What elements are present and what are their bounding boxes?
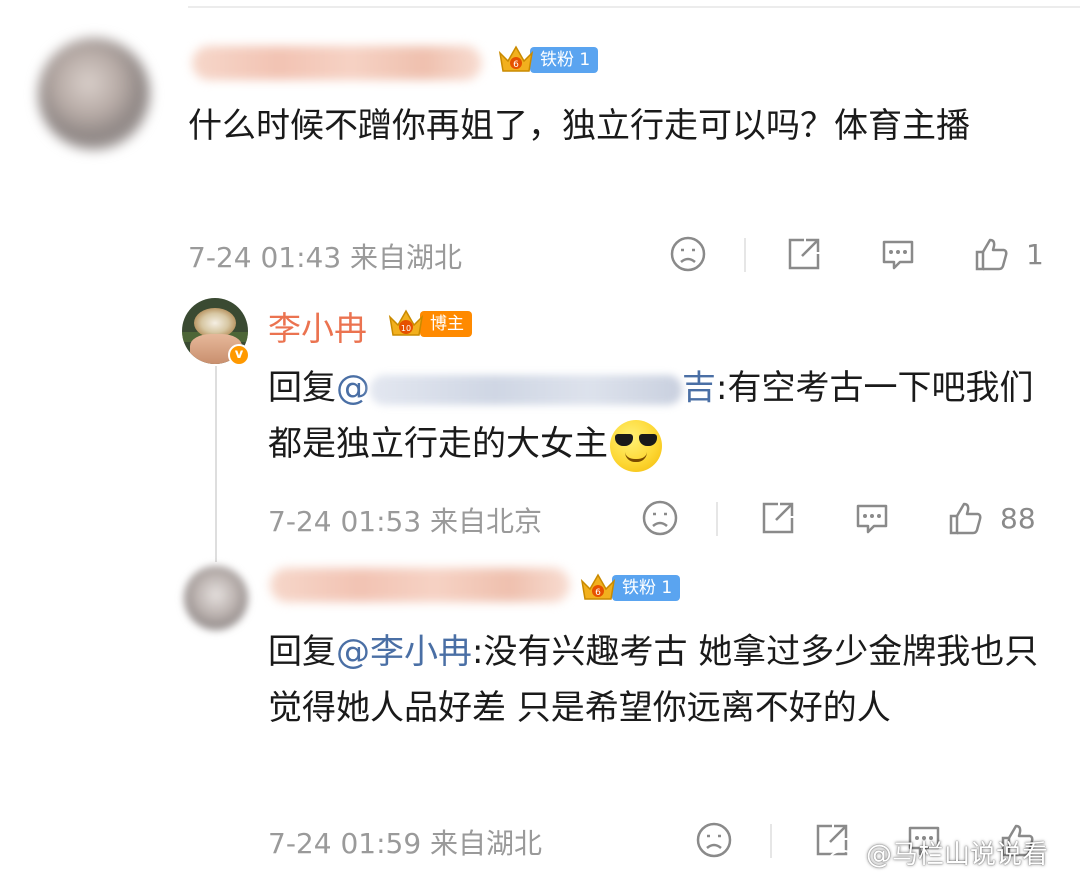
username[interactable]: 李小冉 xyxy=(268,302,367,350)
divider xyxy=(716,502,718,536)
thumbs-up-icon[interactable] xyxy=(972,234,1012,274)
username-redacted[interactable] xyxy=(270,568,570,602)
weibo-logo-icon xyxy=(828,843,862,869)
crown-badge-icon: 10 xyxy=(386,307,426,341)
fan-badge[interactable]: 6 铁粉 1 xyxy=(578,571,681,605)
crown-badge-icon: 6 xyxy=(578,571,618,605)
divider xyxy=(770,824,772,858)
comment-icon[interactable] xyxy=(878,234,918,274)
fan-badge[interactable]: 6 铁粉 1 xyxy=(496,43,599,77)
blogger-badge-label: 博主 xyxy=(420,311,472,337)
watermark-text: @马栏山说说看 xyxy=(866,840,1049,870)
reply-text: 回复@李小冉:没有兴趣考古 她拿过多少金牌我也只觉得她人品好差 只是希望你远离不… xyxy=(268,624,1048,736)
reply-text: 回复@ 吉:有空考古一下吧我们都是独立行走的大女主 xyxy=(268,360,1048,472)
crown-badge-icon: 6 xyxy=(496,43,536,77)
share-icon[interactable] xyxy=(758,498,798,538)
svg-text:6: 6 xyxy=(595,588,601,598)
share-icon[interactable] xyxy=(784,234,824,274)
username-redacted[interactable] xyxy=(192,46,482,80)
reply-meta: 7-24 01:59 来自湖北 xyxy=(268,827,543,860)
mention-link[interactable]: @李小冉 xyxy=(336,632,472,672)
mention-link[interactable]: @ 吉 xyxy=(336,368,716,408)
cool-sunglasses-emoji xyxy=(610,419,662,472)
comment-icon[interactable] xyxy=(852,498,892,538)
fan-badge-label: 铁粉 1 xyxy=(612,575,681,601)
like-count: 1 xyxy=(1026,238,1044,271)
svg-text:10: 10 xyxy=(401,324,411,333)
reply-prefix: 回复 xyxy=(268,632,336,672)
reply-meta: 7-24 01:53 来自北京 xyxy=(268,505,543,538)
like-count: 88 xyxy=(1000,502,1036,535)
reply-prefix: 回复 xyxy=(268,368,336,408)
top-divider xyxy=(188,6,1080,8)
thread-line xyxy=(215,366,217,562)
blogger-badge[interactable]: 10 博主 xyxy=(386,307,472,341)
watermark: @马栏山说说看 xyxy=(828,834,1048,871)
fan-badge-label: 铁粉 1 xyxy=(530,47,599,73)
divider xyxy=(744,238,746,272)
comment-meta: 7-24 01:43 来自湖北 xyxy=(188,241,463,274)
comment-text: 什么时候不蹭你再姐了，独立行走可以吗？体育主播 xyxy=(188,106,970,146)
sad-face-icon[interactable] xyxy=(640,498,680,538)
svg-text:6: 6 xyxy=(513,60,519,70)
avatar[interactable] xyxy=(38,38,150,150)
verified-icon: v xyxy=(228,344,250,366)
thumbs-up-icon[interactable] xyxy=(946,498,986,538)
avatar[interactable] xyxy=(184,566,248,630)
mention-redacted xyxy=(370,374,682,405)
sad-face-icon[interactable] xyxy=(694,820,734,860)
sad-face-icon[interactable] xyxy=(668,234,708,274)
